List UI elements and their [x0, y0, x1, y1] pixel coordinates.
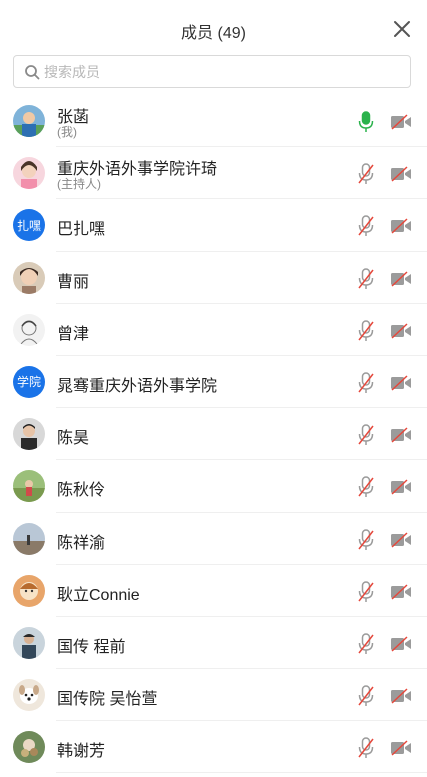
avatar — [13, 522, 45, 555]
member-name: 陈秋伶 — [57, 482, 106, 500]
search-icon — [25, 64, 40, 79]
microphone-icon[interactable] — [357, 111, 375, 133]
microphone-muted-icon[interactable] — [357, 580, 375, 603]
avatar — [13, 470, 45, 503]
member-row[interactable]: 韩谢芳 — [0, 721, 427, 774]
camera-off-icon[interactable] — [390, 322, 412, 340]
camera-off-icon[interactable] — [390, 635, 412, 653]
close-icon[interactable] — [393, 20, 411, 38]
camera-off-icon[interactable] — [390, 165, 412, 183]
camera-off-icon[interactable] — [390, 113, 412, 131]
avatar — [13, 418, 45, 451]
member-name: 巴扎嘿 — [57, 221, 106, 239]
avatar — [13, 679, 45, 712]
microphone-muted-icon[interactable] — [357, 424, 375, 446]
member-row[interactable]: 曾津 — [0, 304, 427, 356]
avatar — [13, 105, 45, 137]
microphone-muted-icon[interactable] — [357, 476, 375, 498]
avatar — [13, 626, 45, 659]
camera-off-icon[interactable] — [390, 583, 412, 601]
microphone-muted-icon[interactable] — [357, 737, 375, 759]
avatar: 学院 — [13, 365, 45, 398]
member-row[interactable]: 国传院 吴怡萱 — [0, 669, 427, 722]
camera-off-icon[interactable] — [390, 531, 412, 549]
camera-off-icon[interactable] — [390, 687, 412, 705]
camera-off-icon[interactable] — [390, 217, 412, 235]
member-role: (我) — [57, 125, 77, 139]
camera-off-icon[interactable] — [390, 478, 412, 496]
member-row[interactable]: 国传 程前 — [0, 617, 427, 670]
avatar — [13, 157, 45, 190]
member-row[interactable]: 重庆外语外事学院许琦 (主持人) — [0, 147, 427, 200]
camera-off-icon[interactable] — [390, 426, 412, 444]
avatar — [13, 574, 45, 607]
avatar — [13, 261, 45, 294]
avatar: 扎嘿 — [13, 209, 45, 242]
avatar — [13, 731, 45, 764]
microphone-muted-icon[interactable] — [357, 163, 375, 185]
microphone-muted-icon[interactable] — [357, 215, 375, 237]
member-row[interactable]: 张菡 (我) — [0, 95, 427, 148]
camera-off-icon[interactable] — [390, 270, 412, 288]
search-input[interactable] — [44, 56, 410, 87]
camera-off-icon[interactable] — [390, 374, 412, 392]
member-name: 国传 程前 — [57, 638, 126, 656]
member-name: 晁骞重庆外语外事学院 — [57, 377, 218, 395]
member-row[interactable]: 耿立Connie — [0, 565, 427, 617]
member-name: 韩谢芳 — [57, 743, 106, 761]
member-role: (主持人) — [57, 177, 101, 192]
member-row[interactable]: 陈昊 — [0, 408, 427, 461]
microphone-muted-icon[interactable] — [357, 372, 375, 394]
microphone-muted-icon[interactable] — [357, 633, 375, 655]
member-name: 陈祥渝 — [57, 534, 106, 552]
members-title: 成员 (49) — [181, 25, 246, 42]
member-row[interactable]: 曹丽 — [0, 252, 427, 304]
member-name: 曾津 — [57, 325, 90, 343]
microphone-muted-icon[interactable] — [357, 528, 375, 551]
member-list[interactable]: 张菡 (我) 重庆外语外事学院许琦 (主持人) 扎嘿 巴扎嘿 曹丽 曾津 学院 晁骞重庆外语外事学… — [0, 95, 427, 774]
member-row[interactable]: 陈祥渝 — [0, 513, 427, 565]
member-name: 耿立Connie — [57, 586, 140, 604]
member-name: 曹丽 — [57, 273, 90, 291]
search-box[interactable] — [13, 55, 411, 88]
member-name: 国传院 吴怡萱 — [57, 691, 158, 709]
row-divider — [56, 772, 427, 774]
avatar — [13, 313, 45, 346]
member-row[interactable]: 学院 晁骞重庆外语外事学院 — [0, 356, 427, 409]
microphone-muted-icon[interactable] — [357, 320, 375, 342]
member-name: 陈昊 — [57, 430, 90, 448]
member-row[interactable]: 陈秋伶 — [0, 460, 427, 513]
member-row[interactable]: 扎嘿 巴扎嘿 — [0, 199, 427, 252]
microphone-muted-icon[interactable] — [357, 685, 375, 707]
camera-off-icon[interactable] — [390, 739, 412, 757]
microphone-muted-icon[interactable] — [357, 267, 375, 290]
panel-header: 成员 (49) — [0, 0, 427, 58]
